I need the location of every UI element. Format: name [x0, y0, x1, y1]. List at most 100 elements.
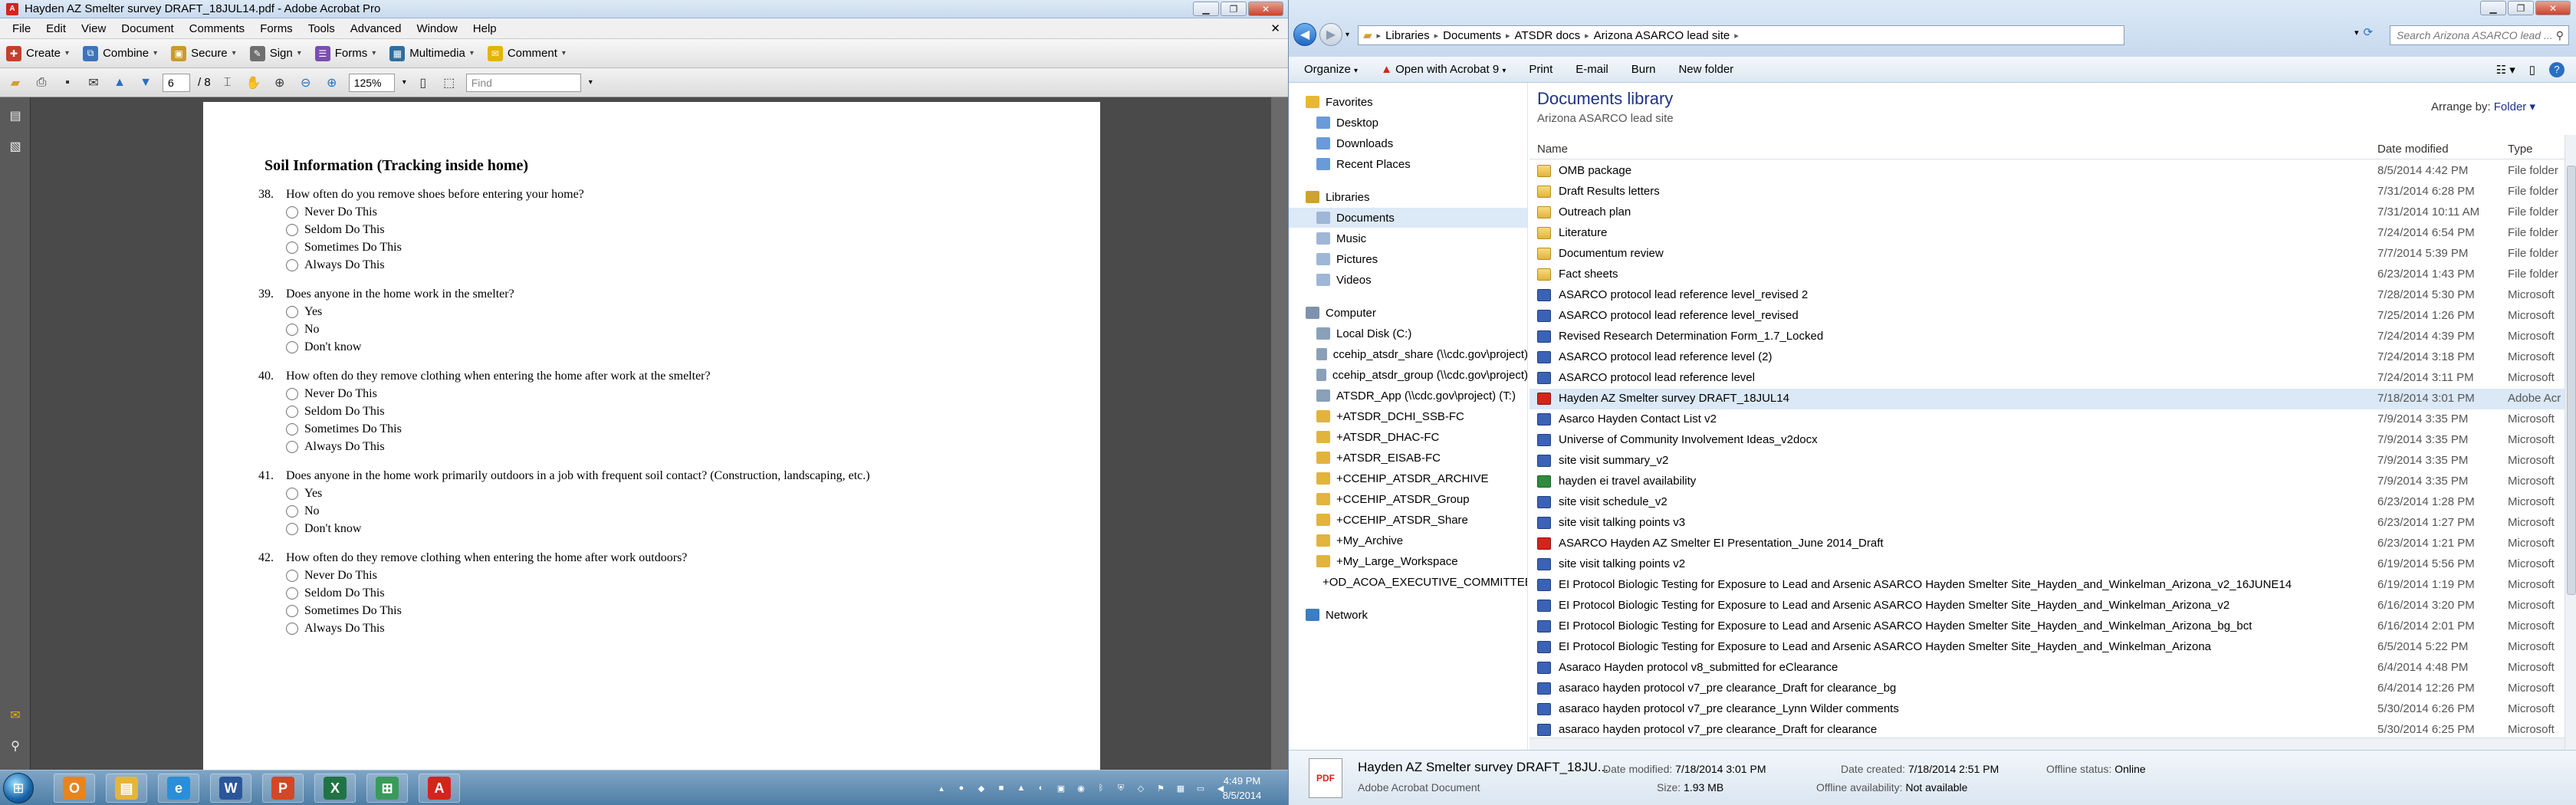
file-row[interactable]: hayden ei travel availability 7/9/2014 3:…	[1530, 472, 2566, 492]
tray-up-arrow-icon[interactable]: ▴	[935, 782, 948, 794]
breadcrumb-item[interactable]: Arizona ASARCO lead site	[1594, 29, 1730, 42]
question-39-option[interactable]: Yes	[286, 305, 322, 319]
file-row[interactable]: ASARCO protocol lead reference level_rev…	[1530, 285, 2566, 306]
search-input[interactable]: Search Arizona ASARCO lead ... ⚲	[2390, 25, 2569, 45]
maximize-button[interactable]: ❐	[2508, 1, 2534, 15]
nav-item[interactable]: Music	[1289, 228, 1527, 248]
email-icon[interactable]: ✉	[84, 74, 103, 92]
create-button[interactable]: ✚ Create ▾	[6, 45, 69, 61]
open-with-button[interactable]: ▲ Open with Acrobat 9 ▾	[1381, 63, 1506, 76]
question-38-option[interactable]: Always Do This	[286, 258, 385, 272]
address-dropdown-icon[interactable]: ▾	[2354, 28, 2359, 38]
question-40-option[interactable]: Always Do This	[286, 440, 385, 454]
nav-item[interactable]: +ATSDR_DCHI_SSB-FC	[1289, 406, 1527, 426]
nav-item[interactable]: +OD_ACOA_EXECUTIVE_COMMITTEE-	[1289, 572, 1527, 592]
radio-button[interactable]	[286, 623, 298, 635]
file-list-vertical-scrollbar[interactable]	[2564, 135, 2576, 750]
radio-button[interactable]	[286, 587, 298, 600]
find-dropdown-icon[interactable]: ▾	[589, 78, 593, 87]
menu-help[interactable]: Help	[465, 22, 504, 35]
nav-item[interactable]: Desktop	[1289, 113, 1527, 133]
file-row[interactable]: ASARCO protocol lead reference level_rev…	[1530, 306, 2566, 327]
menu-advanced[interactable]: Advanced	[343, 22, 409, 35]
question-41-option[interactable]: No	[286, 504, 320, 518]
tray-app-icon[interactable]: ■	[995, 782, 1007, 794]
nav-item[interactable]: ccehip_atsdr_group (\\cdc.gov\project)	[1289, 365, 1527, 385]
menu-comments[interactable]: Comments	[182, 22, 253, 35]
minimize-button[interactable]: ▁	[1193, 2, 1219, 16]
file-row[interactable]: Draft Results letters 7/31/2014 6:28 PM Fi…	[1530, 182, 2566, 202]
scrollbar-thumb[interactable]	[2567, 166, 2576, 595]
start-button[interactable]: ⊞	[3, 773, 34, 803]
nav-item[interactable]: Pictures	[1289, 249, 1527, 269]
file-row[interactable]: site visit schedule_v2 6/23/2014 1:28 PM M…	[1530, 492, 2566, 513]
comment-button[interactable]: ✉ Comment ▾	[487, 45, 566, 61]
sign-button[interactable]: ✎ Sign ▾	[249, 45, 301, 61]
radio-button[interactable]	[286, 324, 298, 336]
tray-app-icon[interactable]: ●	[955, 782, 968, 794]
menu-file[interactable]: File	[5, 22, 38, 35]
question-38-option[interactable]: Sometimes Do This	[286, 241, 402, 255]
file-row[interactable]: Asarco Hayden Contact List v2 7/9/2014 3:…	[1530, 409, 2566, 430]
radio-button[interactable]	[286, 341, 298, 353]
page-number-input[interactable]: 6	[163, 73, 190, 92]
file-row[interactable]: asaraco hayden protocol v7_pre clearance…	[1530, 699, 2566, 720]
radio-button[interactable]	[286, 505, 298, 518]
file-row[interactable]: Documentum review 7/7/2014 5:39 PM File fo…	[1530, 244, 2566, 264]
organize-button[interactable]: Organize ▾	[1304, 63, 1358, 76]
tray-app-icon[interactable]: ◐	[1035, 782, 1047, 794]
file-row[interactable]: EI Protocol Biologic Testing for Exposur…	[1530, 575, 2566, 596]
menu-document[interactable]: Document	[113, 22, 181, 35]
nav-item[interactable]: +My_Archive	[1289, 531, 1527, 550]
question-41-option[interactable]: Don't know	[286, 522, 361, 536]
file-row[interactable]: Hayden AZ Smelter survey DRAFT_18JUL14 7/…	[1530, 389, 2566, 409]
tray-app-icon[interactable]: ◉	[1075, 782, 1087, 794]
tray-app-icon[interactable]: ◆	[975, 782, 987, 794]
fit-page-icon[interactable]: ▯	[414, 74, 432, 92]
file-row[interactable]: EI Protocol Biologic Testing for Exposur…	[1530, 616, 2566, 637]
flag-icon[interactable]: ⚑	[1155, 782, 1167, 794]
tray-app-icon[interactable]: ▣	[1055, 782, 1067, 794]
radio-button[interactable]	[286, 388, 298, 400]
nav-item[interactable]: +CCEHIP_ATSDR_Share	[1289, 510, 1527, 530]
fit-width-icon[interactable]: ⬚	[440, 74, 458, 92]
file-row[interactable]: Universe of Community Involvement Ideas_…	[1530, 430, 2566, 451]
forms-button[interactable]: ☰ Forms ▾	[314, 45, 376, 61]
open-folder-icon[interactable]: ▰	[6, 74, 25, 92]
question-42-option[interactable]: Always Do This	[286, 622, 385, 636]
nav-item[interactable]: Documents	[1289, 208, 1527, 228]
close-button[interactable]: ✕	[2535, 1, 2571, 15]
tray-app-icon[interactable]: ▲	[1015, 782, 1027, 794]
new-folder-button[interactable]: New folder	[1678, 63, 1733, 76]
address-bar[interactable]: ▰ ▸ Libraries ▸ Documents ▸ ATSDR docs ▸…	[1358, 25, 2124, 45]
zoom-dropdown-icon[interactable]: ▾	[402, 78, 406, 87]
file-row[interactable]: Fact sheets 6/23/2014 1:43 PM File folder	[1530, 264, 2566, 285]
nav-item[interactable]: ATSDR_App (\\cdc.gov\project) (T:)	[1289, 386, 1527, 406]
radio-button[interactable]	[286, 206, 298, 219]
bookmarks-panel-icon[interactable]: ▧	[6, 137, 25, 156]
file-row[interactable]: site visit talking points v3 6/23/2014 1:…	[1530, 513, 2566, 534]
menu-tools[interactable]: Tools	[301, 22, 343, 35]
nav-favorites[interactable]: Favorites	[1289, 92, 1527, 112]
print-button[interactable]: Print	[1529, 63, 1552, 76]
close-button[interactable]: ✕	[1248, 2, 1283, 16]
file-row[interactable]: ASARCO Hayden AZ Smelter EI Presentation…	[1530, 534, 2566, 554]
file-row[interactable]: Outreach plan 7/31/2014 10:11 AM File fold…	[1530, 202, 2566, 223]
menu-view[interactable]: View	[74, 22, 113, 35]
pages-panel-icon[interactable]: ▤	[6, 107, 25, 125]
file-list-horizontal-scrollbar[interactable]	[1530, 738, 2564, 750]
nav-item[interactable]: ccehip_atsdr_share (\\cdc.gov\project)	[1289, 344, 1527, 364]
radio-button[interactable]	[286, 259, 298, 271]
taskbar-app-network[interactable]: ⊞	[366, 774, 408, 803]
question-41-option[interactable]: Yes	[286, 487, 322, 501]
radio-button[interactable]	[286, 423, 298, 435]
taskbar-app-explorer[interactable]: ▤	[106, 774, 147, 803]
attachments-panel-icon[interactable]: ⚲	[6, 737, 25, 755]
taskbar-app-excel[interactable]: X	[314, 774, 356, 803]
radio-button[interactable]	[286, 488, 298, 500]
file-row[interactable]: asaraco hayden protocol v7_pre clearance…	[1530, 678, 2566, 699]
shield-icon[interactable]: ⛨	[1115, 782, 1127, 794]
zoom-in-icon[interactable]: ⊕	[323, 74, 341, 92]
menu-window[interactable]: Window	[409, 22, 465, 35]
recent-pages-dropdown-icon[interactable]: ▾	[1346, 31, 1349, 39]
